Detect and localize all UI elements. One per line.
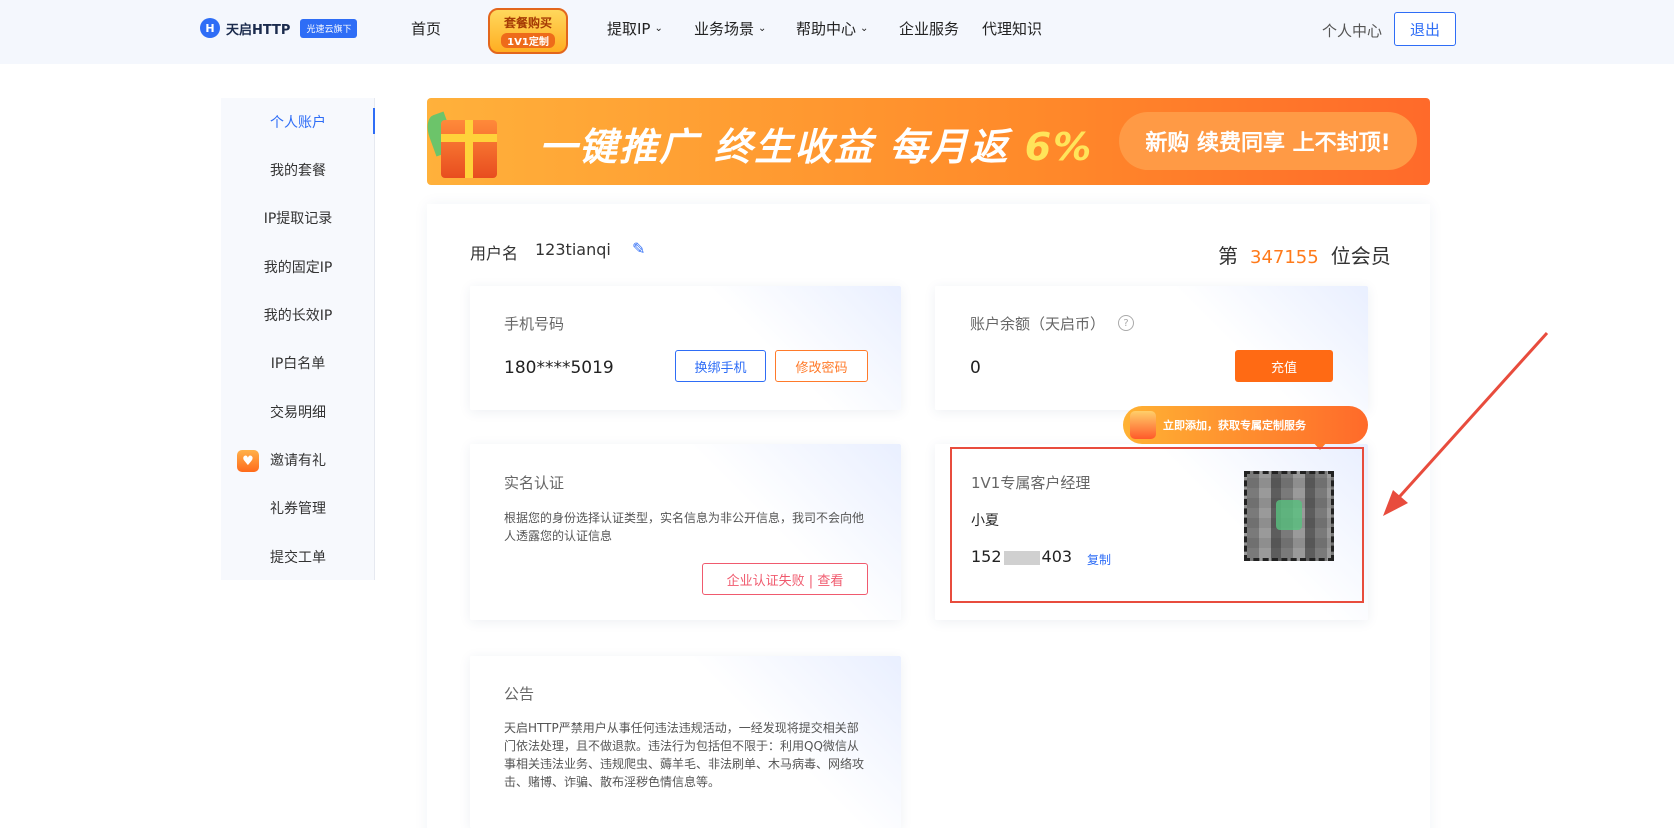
red-arrow-annotation bbox=[1383, 331, 1549, 516]
arrow-shaft bbox=[1390, 331, 1549, 507]
arrow-head bbox=[1383, 490, 1408, 516]
